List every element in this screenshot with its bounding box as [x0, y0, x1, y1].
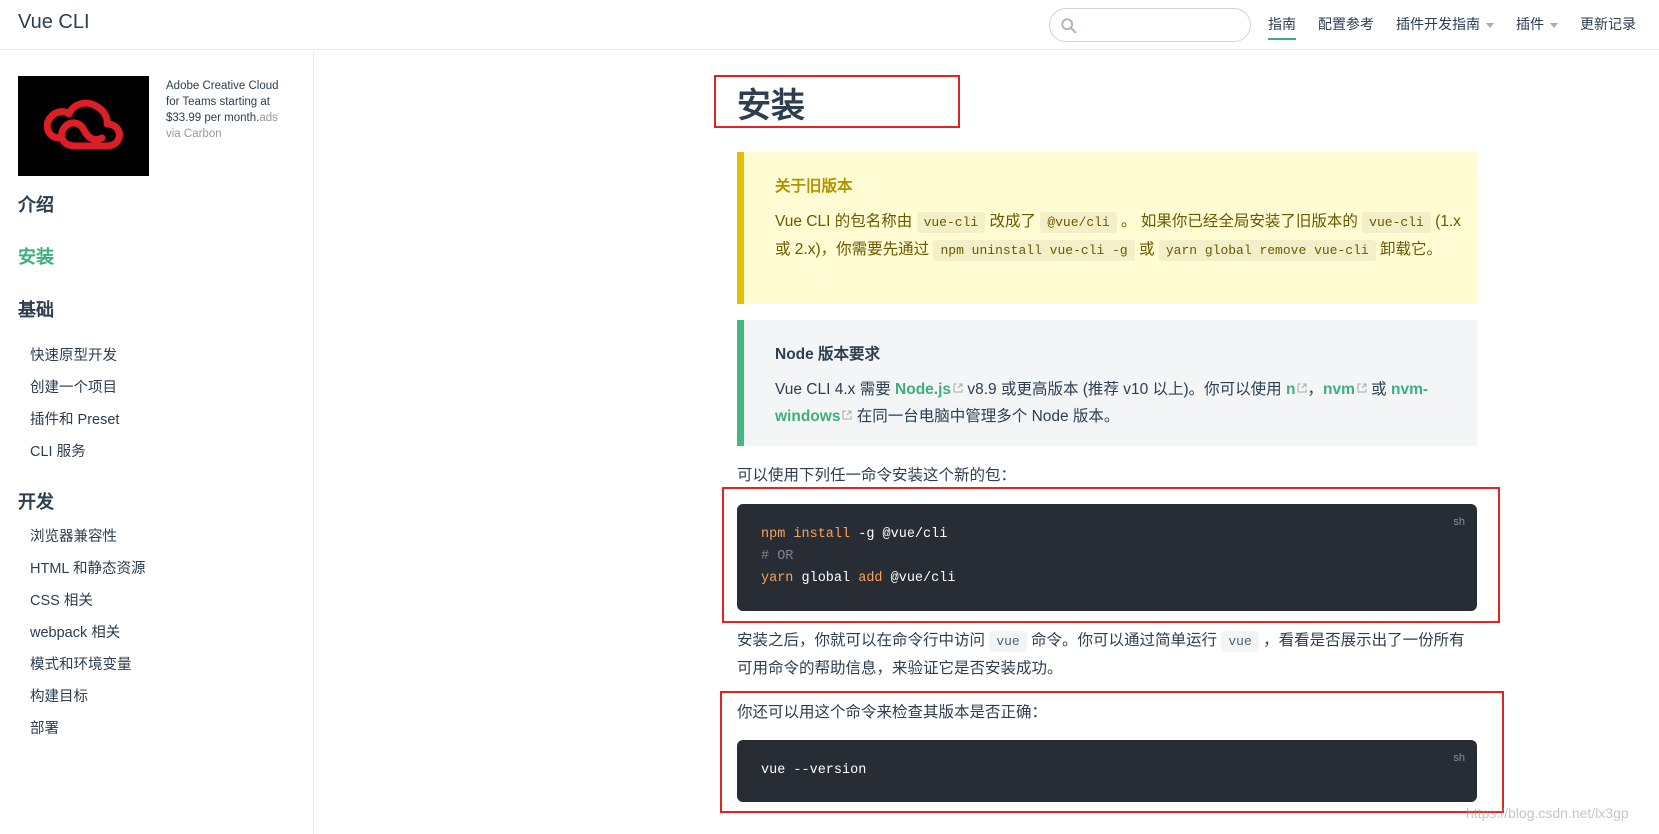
nav-item-label: 更新记录 [1580, 16, 1636, 32]
external-link-icon [1297, 383, 1307, 393]
warning-tip: 关于旧版本 Vue CLI 的包名称由 vue-cli 改成了 @vue/cli… [737, 152, 1477, 304]
sidebar-item-browser-compat[interactable]: 浏览器兼容性 [30, 525, 117, 546]
inline-code: yarn global remove vue-cli [1158, 240, 1376, 261]
link-label: n [1286, 381, 1296, 398]
sidebar-item-creating-project[interactable]: 创建一个项目 [30, 376, 117, 397]
inline-code: vue [989, 631, 1027, 652]
nav-links: 指南 配置参考 插件开发指南 插件 更新记录 [1268, 14, 1658, 40]
warning-tip-body: Vue CLI 的包名称由 vue-cli 改成了 @vue/cli 。 如果你… [775, 208, 1465, 264]
nav-item-plugins[interactable]: 插件 [1516, 14, 1558, 38]
nav-item-changelog[interactable]: 更新记录 [1580, 14, 1636, 38]
node-version-tip: Node 版本要求 Vue CLI 4.x 需要 Node.js v8.9 或更… [737, 320, 1477, 446]
n-link[interactable]: n [1286, 381, 1307, 398]
after-install-text: 安装之后，你就可以在命令行中访问 vue 命令。你可以通过简单运行 vue ，看… [737, 627, 1477, 682]
link-label: nvm [1322, 381, 1355, 398]
nav-item-guide[interactable]: 指南 [1268, 14, 1296, 40]
text: 安装之后，你就可以在命令行中访问 [737, 632, 986, 649]
text: 。 如果你已经全局安装了旧版本的 [1121, 213, 1358, 230]
chevron-down-icon [1550, 22, 1558, 28]
sidebar-item-deployment[interactable]: 部署 [30, 717, 59, 738]
node-tip-title: Node 版本要求 [775, 346, 881, 363]
watermark: https://blog.csdn.net/lx3gp [1466, 805, 1629, 821]
nav-item-label: 插件开发指南 [1396, 16, 1480, 32]
sidebar-group-intro[interactable]: 介绍 [18, 191, 54, 217]
navbar: Vue CLI 指南 配置参考 插件开发指南 插件 更新记录 [0, 0, 1659, 50]
sidebar-group-install[interactable]: 安装 [18, 243, 54, 269]
inline-code: vue [1221, 631, 1259, 652]
sidebar: Adobe Creative Cloud for Teams starting … [0, 51, 314, 834]
external-link-icon [1357, 383, 1367, 393]
creative-cloud-logo-icon [43, 99, 123, 150]
sidebar-item-css[interactable]: CSS 相关 [30, 589, 93, 610]
highlight-frame-version [720, 691, 1504, 813]
carbon-ad[interactable]: Adobe Creative Cloud for Teams starting … [18, 76, 288, 176]
external-link-icon [842, 410, 852, 420]
nav-item-label: 指南 [1268, 16, 1296, 32]
sidebar-group-basics[interactable]: 基础 [18, 296, 54, 322]
text: 命令。你可以通过简单运行 [1031, 632, 1218, 649]
link-label: Node.js [895, 381, 952, 398]
text: 卸载它。 [1380, 241, 1443, 258]
search-icon [1061, 18, 1077, 34]
text: 或 [1139, 241, 1155, 258]
inline-code: vue-cli [916, 212, 986, 233]
highlight-frame-title [714, 75, 960, 128]
sidebar-item-plugins-preset[interactable]: 插件和 Preset [30, 408, 119, 429]
text: 或 [1371, 381, 1387, 398]
inline-code: @vue/cli [1040, 212, 1117, 233]
external-link-icon [953, 383, 963, 393]
text: Vue CLI 的包名称由 [775, 213, 913, 230]
text: 在同一台电脑中管理多个 Node 版本。 [856, 408, 1120, 425]
sidebar-item-prototyping[interactable]: 快速原型开发 [30, 344, 117, 365]
nav-item-label: 配置参考 [1318, 16, 1374, 32]
sidebar-item-modes-env[interactable]: 模式和环境变量 [30, 653, 132, 674]
sidebar-item-webpack[interactable]: webpack 相关 [30, 621, 120, 642]
highlight-frame-install [722, 487, 1500, 623]
inline-code: npm uninstall vue-cli -g [933, 240, 1135, 261]
search-box[interactable] [1049, 8, 1251, 42]
nvm-link[interactable]: nvm [1323, 381, 1367, 398]
site-name-link[interactable]: Vue CLI [18, 11, 90, 34]
text: 改成了 [989, 213, 1036, 230]
ad-image[interactable] [18, 76, 149, 176]
text: Vue CLI 4.x 需要 [775, 381, 891, 398]
install-intro-text: 可以使用下列任一命令安装这个新的包： [737, 467, 1017, 484]
sidebar-item-cli-service[interactable]: CLI 服务 [30, 440, 86, 461]
nav-item-label: 插件 [1516, 16, 1544, 32]
sidebar-item-html-static[interactable]: HTML 和静态资源 [30, 557, 145, 578]
ad-text[interactable]: Adobe Creative Cloud for Teams starting … [166, 78, 288, 142]
sidebar-item-build-targets[interactable]: 构建目标 [30, 685, 88, 706]
warning-tip-title: 关于旧版本 [775, 178, 853, 195]
nav-item-config[interactable]: 配置参考 [1318, 14, 1374, 38]
text: v8.9 或更高版本 (推荐 v10 以上)。你可以使用 [967, 381, 1282, 398]
nav-item-plugin-dev[interactable]: 插件开发指南 [1396, 14, 1494, 38]
search-input[interactable] [1084, 15, 1244, 35]
sidebar-group-dev[interactable]: 开发 [18, 488, 54, 514]
nodejs-link[interactable]: Node.js [895, 381, 963, 398]
chevron-down-icon [1486, 22, 1494, 28]
inline-code: vue-cli [1362, 212, 1431, 233]
text: ， [1307, 381, 1323, 398]
node-tip-body: Vue CLI 4.x 需要 Node.js v8.9 或更高版本 (推荐 v1… [775, 376, 1465, 430]
